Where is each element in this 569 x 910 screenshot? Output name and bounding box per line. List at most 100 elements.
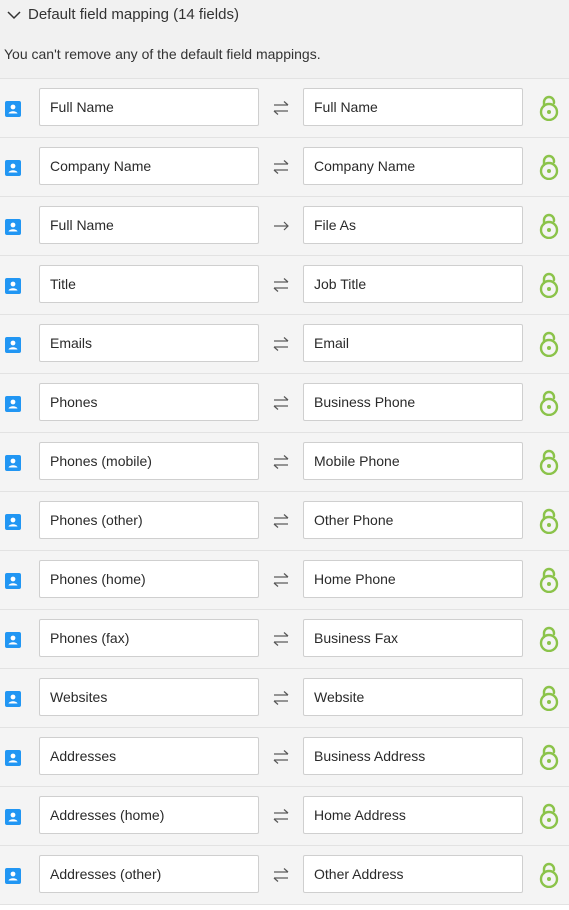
chevron-down-icon[interactable] bbox=[6, 7, 22, 23]
target-field[interactable]: Business Fax bbox=[303, 619, 523, 657]
mapping-row: Phones (other) Other Phone bbox=[0, 492, 569, 551]
contact-card-icon bbox=[5, 278, 21, 294]
source-field[interactable]: Websites bbox=[39, 678, 259, 716]
two-way-arrow-icon bbox=[271, 159, 291, 175]
source-field-label: Websites bbox=[50, 689, 108, 705]
target-field[interactable]: Business Address bbox=[303, 737, 523, 775]
mapping-row: Phones Business Phone bbox=[0, 374, 569, 433]
contact-card-icon bbox=[5, 691, 21, 707]
source-field-label: Addresses (home) bbox=[50, 807, 165, 823]
unlocked-padlock-icon bbox=[537, 567, 561, 594]
unlocked-padlock-icon bbox=[537, 744, 561, 771]
source-field[interactable]: Full Name bbox=[39, 206, 259, 244]
two-way-arrow-icon bbox=[271, 867, 291, 883]
unlocked-padlock-icon bbox=[537, 390, 561, 417]
target-field-label: Mobile Phone bbox=[314, 453, 400, 469]
target-field[interactable]: Business Phone bbox=[303, 383, 523, 421]
mapping-row: Addresses Business Address bbox=[0, 728, 569, 787]
source-field[interactable]: Addresses (other) bbox=[39, 855, 259, 893]
two-way-arrow-icon bbox=[271, 100, 291, 116]
unlocked-padlock-icon bbox=[537, 272, 561, 299]
target-field-label: File As bbox=[314, 217, 357, 233]
source-field[interactable]: Addresses bbox=[39, 737, 259, 775]
contact-card-icon bbox=[5, 337, 21, 353]
source-field[interactable]: Phones bbox=[39, 383, 259, 421]
unlocked-padlock-icon bbox=[537, 685, 561, 712]
section-description: You can't remove any of the default fiel… bbox=[0, 29, 569, 78]
source-field-label: Full Name bbox=[50, 99, 114, 115]
unlocked-padlock-icon bbox=[537, 95, 561, 122]
target-field-label: Company Name bbox=[314, 158, 416, 174]
section-title: Default field mapping (14 fields) bbox=[28, 6, 239, 23]
target-field-label: Home Phone bbox=[314, 571, 396, 587]
target-field-label: Business Fax bbox=[314, 630, 399, 646]
source-field-label: Title bbox=[50, 276, 76, 292]
contact-card-icon bbox=[5, 219, 21, 235]
target-field[interactable]: Home Address bbox=[303, 796, 523, 834]
source-field[interactable]: Title bbox=[39, 265, 259, 303]
source-field[interactable]: Addresses (home) bbox=[39, 796, 259, 834]
source-field[interactable]: Phones (fax) bbox=[39, 619, 259, 657]
two-way-arrow-icon bbox=[271, 690, 291, 706]
target-field[interactable]: Home Phone bbox=[303, 560, 523, 598]
target-field[interactable]: Other Address bbox=[303, 855, 523, 893]
source-field-label: Phones (fax) bbox=[50, 630, 130, 646]
mapping-row: Emails Email bbox=[0, 315, 569, 374]
contact-card-icon bbox=[5, 809, 21, 825]
contact-card-icon bbox=[5, 396, 21, 412]
mapping-row: Addresses (other) Other Address bbox=[0, 846, 569, 905]
target-field[interactable]: Job Title bbox=[303, 265, 523, 303]
source-field-label: Phones (home) bbox=[50, 571, 146, 587]
source-field[interactable]: Phones (home) bbox=[39, 560, 259, 598]
source-field[interactable]: Full Name bbox=[39, 88, 259, 126]
source-field[interactable]: Phones (other) bbox=[39, 501, 259, 539]
mapping-row: Phones (home) Home Phone bbox=[0, 551, 569, 610]
contact-card-icon bbox=[5, 160, 21, 176]
mapping-row: Title Job Title bbox=[0, 256, 569, 315]
target-field-label: Other Phone bbox=[314, 512, 394, 528]
unlocked-padlock-icon bbox=[537, 862, 561, 889]
section-header[interactable]: Default field mapping (14 fields) bbox=[0, 0, 569, 29]
target-field[interactable]: Full Name bbox=[303, 88, 523, 126]
two-way-arrow-icon bbox=[271, 808, 291, 824]
mapping-row: Company Name Company Name bbox=[0, 138, 569, 197]
two-way-arrow-icon bbox=[271, 395, 291, 411]
two-way-arrow-icon bbox=[271, 631, 291, 647]
contact-card-icon bbox=[5, 868, 21, 884]
mapping-row: Phones (fax) Business Fax bbox=[0, 610, 569, 669]
target-field[interactable]: Other Phone bbox=[303, 501, 523, 539]
mapping-row: Websites Website bbox=[0, 669, 569, 728]
mapping-row: Phones (mobile) Mobile Phone bbox=[0, 433, 569, 492]
target-field-label: Other Address bbox=[314, 866, 404, 882]
source-field-label: Phones (other) bbox=[50, 512, 143, 528]
two-way-arrow-icon bbox=[271, 572, 291, 588]
source-field[interactable]: Company Name bbox=[39, 147, 259, 185]
mapping-row: Addresses (home) Home Address bbox=[0, 787, 569, 846]
contact-card-icon bbox=[5, 573, 21, 589]
source-field-label: Company Name bbox=[50, 158, 152, 174]
unlocked-padlock-icon bbox=[537, 449, 561, 476]
source-field[interactable]: Emails bbox=[39, 324, 259, 362]
target-field[interactable]: File As bbox=[303, 206, 523, 244]
source-field-label: Phones bbox=[50, 394, 98, 410]
target-field-label: Business Address bbox=[314, 748, 426, 764]
mapping-list: Full Name Full Name Company Name Company… bbox=[0, 78, 569, 905]
contact-card-icon bbox=[5, 750, 21, 766]
unlocked-padlock-icon bbox=[537, 508, 561, 535]
target-field-label: Full Name bbox=[314, 99, 378, 115]
target-field[interactable]: Website bbox=[303, 678, 523, 716]
two-way-arrow-icon bbox=[271, 277, 291, 293]
unlocked-padlock-icon bbox=[537, 803, 561, 830]
two-way-arrow-icon bbox=[271, 336, 291, 352]
target-field[interactable]: Mobile Phone bbox=[303, 442, 523, 480]
contact-card-icon bbox=[5, 101, 21, 117]
target-field[interactable]: Company Name bbox=[303, 147, 523, 185]
unlocked-padlock-icon bbox=[537, 331, 561, 358]
target-field[interactable]: Email bbox=[303, 324, 523, 362]
target-field-label: Job Title bbox=[314, 276, 367, 292]
target-field-label: Website bbox=[314, 689, 365, 705]
source-field-label: Emails bbox=[50, 335, 93, 351]
two-way-arrow-icon bbox=[271, 749, 291, 765]
source-field[interactable]: Phones (mobile) bbox=[39, 442, 259, 480]
two-way-arrow-icon bbox=[271, 454, 291, 470]
